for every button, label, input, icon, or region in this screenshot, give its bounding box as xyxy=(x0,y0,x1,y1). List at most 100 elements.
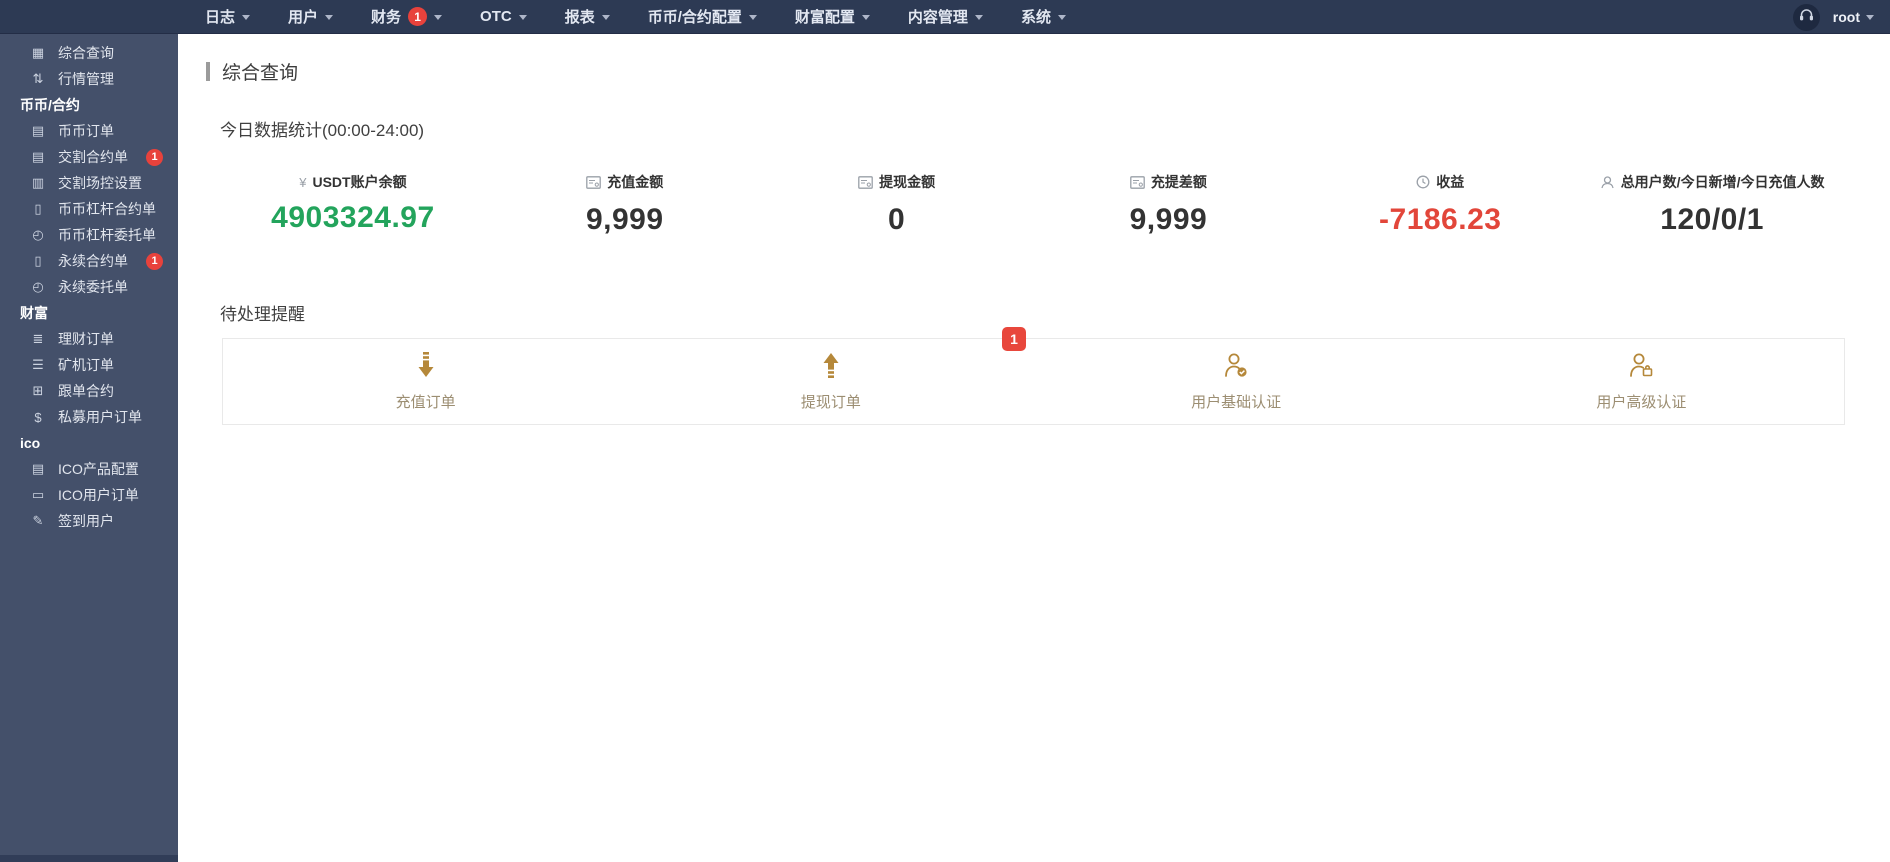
sidebar-item-label: 币币订单 xyxy=(58,123,114,139)
reminder-card: 充值订单 提现订单 用户基础认证 用户高级认证 1 xyxy=(222,327,1845,425)
menu-item-wealth-config[interactable]: 财富配置 xyxy=(776,0,889,33)
sidebar-item-miner-orders[interactable]: ☰ 矿机订单 xyxy=(0,352,178,378)
clipboard-icon: ▥ xyxy=(31,175,45,190)
reminder-user-basic-auth[interactable]: 用户基础认证 xyxy=(1034,339,1439,424)
chevron-down-icon xyxy=(242,14,251,24)
menu-label: 财务 xyxy=(371,9,402,26)
chevron-down-icon xyxy=(1866,15,1874,24)
sidebar-item-market-management[interactable]: ⇅ 行情管理 xyxy=(0,66,178,92)
sidebar-item-composite-query[interactable]: ▦ 综合查询 xyxy=(0,40,178,66)
layers-icon: ☰ xyxy=(32,357,44,372)
sidebar-item-label: 理财订单 xyxy=(58,331,114,347)
pen-check-icon: ✎ xyxy=(32,513,44,528)
main-content: 综合查询 今日数据统计(00:00-24:00) ¥ USDT账户余额 4903… xyxy=(178,34,1890,862)
title-accent-bar xyxy=(206,62,210,81)
stat-label: USDT账户余额 xyxy=(312,174,407,190)
reminder-user-advanced-auth[interactable]: 用户高级认证 xyxy=(1439,339,1844,424)
stat-value: 0 xyxy=(887,202,906,236)
money-check-icon xyxy=(586,175,602,189)
stat-label: 充值金额 xyxy=(607,174,664,190)
sidebar-item-wealth-orders[interactable]: ≣ 理财订单 xyxy=(0,326,178,352)
dollar-icon: $ xyxy=(34,409,42,425)
sidebar-item-copy-trade-contract[interactable]: ⊞ 跟单合约 xyxy=(0,378,178,404)
notification-badge: 1 xyxy=(408,7,428,26)
reminder-label: 提现订单 xyxy=(800,393,861,411)
monitor-icon: ▭ xyxy=(31,487,45,502)
grid-icon: ▦ xyxy=(31,45,45,60)
chevron-down-icon xyxy=(325,14,334,24)
sidebar-item-label: 私募用户订单 xyxy=(58,409,142,425)
sidebar-item-label: 交割合约单 xyxy=(58,149,128,165)
menu-label: 内容管理 xyxy=(907,9,968,26)
reminder-label: 充值订单 xyxy=(395,393,456,411)
calendar-clock-icon: ◴ xyxy=(32,227,44,242)
menu-label: 日志 xyxy=(205,9,236,26)
sidebar: ▦ 综合查询 ⇅ 行情管理 币币/合约 ▤ 币币订单 ▤ 交割合约单 1 ▥ 交… xyxy=(0,34,178,862)
page-title: 综合查询 xyxy=(222,63,299,84)
sidebar-item-label: 币币杠杆委托单 xyxy=(58,227,156,243)
menu-item-reports[interactable]: 报表 xyxy=(546,0,629,33)
username: root xyxy=(1832,9,1860,25)
arrow-down-icon xyxy=(415,351,437,383)
sidebar-item-label: ICO产品配置 xyxy=(58,461,139,477)
menu-label: 币币/合约配置 xyxy=(647,9,742,26)
money-check-icon xyxy=(1130,175,1145,189)
yen-icon: ¥ xyxy=(299,174,307,190)
sidebar-item-label: 签到用户 xyxy=(58,513,114,529)
chevron-down-icon xyxy=(748,14,757,24)
stat-recharge-withdraw-diff: 充提差额 9,999 xyxy=(1033,172,1305,237)
sidebar-item-delivery-control-settings[interactable]: ▥ 交割场控设置 xyxy=(0,170,178,196)
menu-item-coin-contract-config[interactable]: 币币/合约配置 xyxy=(629,0,776,33)
reminder-withdraw-orders[interactable]: 提现订单 xyxy=(628,339,1033,424)
withdraw-pending-badge: 1 xyxy=(1002,327,1026,351)
section-label: 币币/合约 xyxy=(20,97,80,113)
sidebar-item-coin-orders[interactable]: ▤ 币币订单 xyxy=(0,118,178,144)
menu-item-logs[interactable]: 日志 xyxy=(186,0,269,33)
stats-row: ¥ USDT账户余额 4903324.97 充值金额 9,999 提现金额 0 xyxy=(217,172,1848,237)
sidebar-item-checkin-users[interactable]: ✎ 签到用户 xyxy=(0,508,178,534)
stat-value: 4903324.97 xyxy=(271,201,435,234)
sidebar-item-ico-product-config[interactable]: ▤ ICO产品配置 xyxy=(0,456,178,482)
stats-section-heading: 今日数据统计(00:00-24:00) xyxy=(220,121,425,140)
headset-icon xyxy=(1799,8,1814,27)
sidebar-item-coin-leverage-entrust-orders[interactable]: ◴ 币币杠杆委托单 xyxy=(0,222,178,248)
menu-item-system[interactable]: 系统 xyxy=(1002,0,1085,33)
page-title-row: 综合查询 xyxy=(206,58,1890,85)
stat-value: 9,999 xyxy=(585,202,664,236)
menu-label: OTC xyxy=(480,8,512,25)
reminder-recharge-orders[interactable]: 充值订单 xyxy=(223,339,628,424)
stat-value: -7186.23 xyxy=(1379,203,1502,236)
sidebar-section-ico: ico xyxy=(0,430,178,456)
user-menu[interactable]: root xyxy=(1833,9,1874,25)
sidebar-item-delivery-contract-orders[interactable]: ▤ 交割合约单 1 xyxy=(0,144,178,170)
arrow-up-icon xyxy=(820,352,842,383)
calendar-clock-icon: ◴ xyxy=(32,279,44,294)
sidebar-item-label: 永续合约单 xyxy=(58,253,128,269)
books-icon: ≣ xyxy=(32,331,44,346)
topbar-menus: 日志 用户 财务 1 OTC 报表 币币/合约配置 财富配置 内容管理 系统 xyxy=(186,0,1085,33)
menu-item-finance[interactable]: 财务 1 xyxy=(352,0,461,33)
chevron-down-icon xyxy=(518,14,527,24)
sidebar-item-label: 交割场控设置 xyxy=(58,175,142,191)
stat-label: 总用户数/今日新增/今日充值人数 xyxy=(1620,174,1825,190)
sidebar-item-label: 币币杠杆合约单 xyxy=(58,201,156,217)
user-check-icon xyxy=(1223,352,1249,383)
sidebar-item-perpetual-contract-orders[interactable]: ▯ 永续合约单 1 xyxy=(0,248,178,274)
stat-label: 提现金额 xyxy=(879,174,936,190)
market-sort-icon: ⇅ xyxy=(32,71,44,86)
menu-item-content-management[interactable]: 内容管理 xyxy=(889,0,1002,33)
sidebar-item-coin-leverage-contract-orders[interactable]: ▯ 币币杠杆合约单 xyxy=(0,196,178,222)
menu-item-otc[interactable]: OTC xyxy=(461,0,546,33)
sidebar-item-label: 综合查询 xyxy=(58,45,114,61)
stat-profit: 收益 -7186.23 xyxy=(1304,172,1576,237)
sidebar-scrollbar[interactable] xyxy=(0,855,178,862)
chevron-down-icon xyxy=(434,14,443,24)
chevron-down-icon xyxy=(861,14,870,24)
support-button[interactable] xyxy=(1792,3,1820,31)
sidebar-item-ico-user-orders[interactable]: ▭ ICO用户订单 xyxy=(0,482,178,508)
sidebar-item-private-user-orders[interactable]: $ 私募用户订单 xyxy=(0,404,178,430)
sidebar-item-perpetual-entrust-orders[interactable]: ◴ 永续委托单 xyxy=(0,274,178,300)
tablet-icon: ▯ xyxy=(34,201,42,216)
user-badge-icon xyxy=(1628,352,1654,383)
menu-item-users[interactable]: 用户 xyxy=(269,0,352,33)
